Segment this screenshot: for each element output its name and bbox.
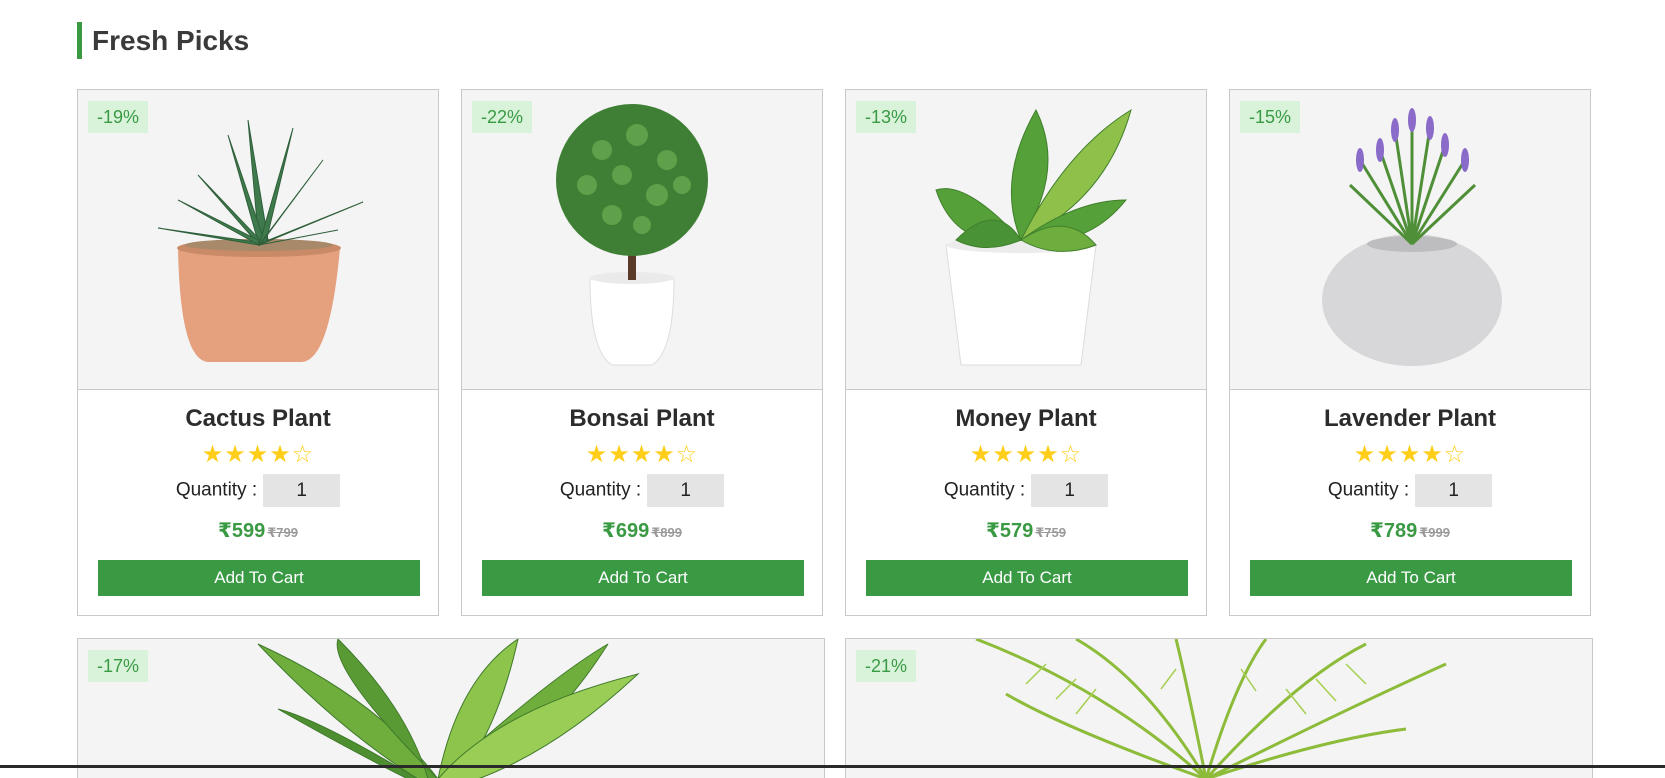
quantity-input[interactable]: 1 [263, 474, 341, 507]
add-to-cart-button[interactable]: Add To Cart [866, 560, 1188, 596]
discount-badge: -15% [1240, 101, 1301, 133]
quantity-label: Quantity : [175, 479, 258, 501]
section-title: Fresh Picks [77, 22, 249, 59]
discount-badge: -17% [88, 650, 149, 682]
discount-badge: -21% [856, 650, 917, 682]
star-empty-icon: ☆ [1443, 441, 1467, 468]
cactus-plant-image[interactable] [78, 90, 438, 390]
product-name[interactable]: Cactus Plant [78, 405, 438, 433]
star-rating: ★★★★☆ [462, 440, 822, 469]
quantity-input[interactable]: 1 [1415, 474, 1493, 507]
product-card[interactable]: -15% Lavender Plant ★★★★☆ Quantity :1 ₹7… [1229, 89, 1591, 616]
price-row: ₹699 ₹899 [462, 518, 822, 543]
current-price: ₹599 [217, 520, 266, 542]
old-price: ₹999 [1419, 525, 1451, 540]
current-price: ₹789 [1369, 520, 1418, 542]
discount-badge: -22% [472, 101, 533, 133]
star-rating: ★★★★☆ [1230, 440, 1590, 469]
star-filled-icon: ★ [585, 441, 609, 468]
quantity-label: Quantity : [943, 479, 1026, 501]
quantity-label: Quantity : [559, 479, 642, 501]
add-to-cart-button[interactable]: Add To Cart [98, 560, 420, 596]
quantity-input[interactable]: 1 [647, 474, 725, 507]
quantity-label: Quantity : [1327, 479, 1410, 501]
discount-badge: -19% [88, 101, 149, 133]
star-filled-icon: ★ [201, 441, 225, 468]
current-price: ₹579 [985, 520, 1034, 542]
money-plant-image[interactable] [846, 90, 1206, 390]
star-filled-icon: ★ [653, 441, 676, 468]
price-row: ₹789 ₹999 [1230, 518, 1590, 543]
product-name[interactable]: Bonsai Plant [462, 405, 822, 433]
star-filled-icon: ★ [1037, 441, 1060, 468]
star-filled-icon: ★ [992, 441, 1015, 468]
discount-badge: -13% [856, 101, 917, 133]
quantity-row: Quantity :1 [462, 474, 822, 507]
featured-product-card[interactable]: -17% [77, 638, 825, 778]
star-filled-icon: ★ [608, 441, 631, 468]
product-card[interactable]: -19% Cactus Plant ★★★★☆ Quantity :1 ₹599… [77, 89, 439, 616]
featured-product-card[interactable]: -21% [845, 638, 1593, 778]
price-row: ₹599 ₹799 [78, 518, 438, 543]
quantity-row: Quantity :1 [846, 474, 1206, 507]
star-filled-icon: ★ [224, 441, 247, 468]
star-empty-icon: ☆ [675, 441, 699, 468]
star-filled-icon: ★ [246, 441, 270, 468]
star-filled-icon: ★ [1421, 441, 1444, 468]
quantity-row: Quantity :1 [1230, 474, 1590, 507]
star-filled-icon: ★ [1353, 441, 1377, 468]
star-empty-icon: ☆ [291, 441, 315, 468]
current-price: ₹699 [601, 520, 650, 542]
product-card[interactable]: -13% Money Plant ★★★★☆ Quantity :1 ₹579 ₹… [845, 89, 1207, 616]
old-price: ₹799 [267, 525, 299, 540]
price-row: ₹579 ₹759 [846, 518, 1206, 543]
star-rating: ★★★★☆ [846, 440, 1206, 469]
product-name[interactable]: Lavender Plant [1230, 405, 1590, 433]
star-filled-icon: ★ [1398, 441, 1422, 468]
old-price: ₹899 [651, 525, 683, 540]
star-filled-icon: ★ [269, 441, 292, 468]
product-card[interactable]: -22% Bonsai Plant ★★★★☆ Quantity :1 ₹699… [461, 89, 823, 616]
add-to-cart-button[interactable]: Add To Cart [1250, 560, 1572, 596]
product-name[interactable]: Money Plant [846, 405, 1206, 433]
bonsai-plant-image[interactable] [462, 90, 822, 390]
star-filled-icon: ★ [630, 441, 654, 468]
star-empty-icon: ☆ [1059, 441, 1083, 468]
quantity-input[interactable]: 1 [1031, 474, 1109, 507]
lavender-plant-image[interactable] [1230, 90, 1590, 390]
star-rating: ★★★★☆ [78, 440, 438, 469]
old-price: ₹759 [1035, 525, 1067, 540]
quantity-row: Quantity :1 [78, 474, 438, 507]
star-filled-icon: ★ [1014, 441, 1038, 468]
add-to-cart-button[interactable]: Add To Cart [482, 560, 804, 596]
star-filled-icon: ★ [1376, 441, 1399, 468]
star-filled-icon: ★ [969, 441, 993, 468]
